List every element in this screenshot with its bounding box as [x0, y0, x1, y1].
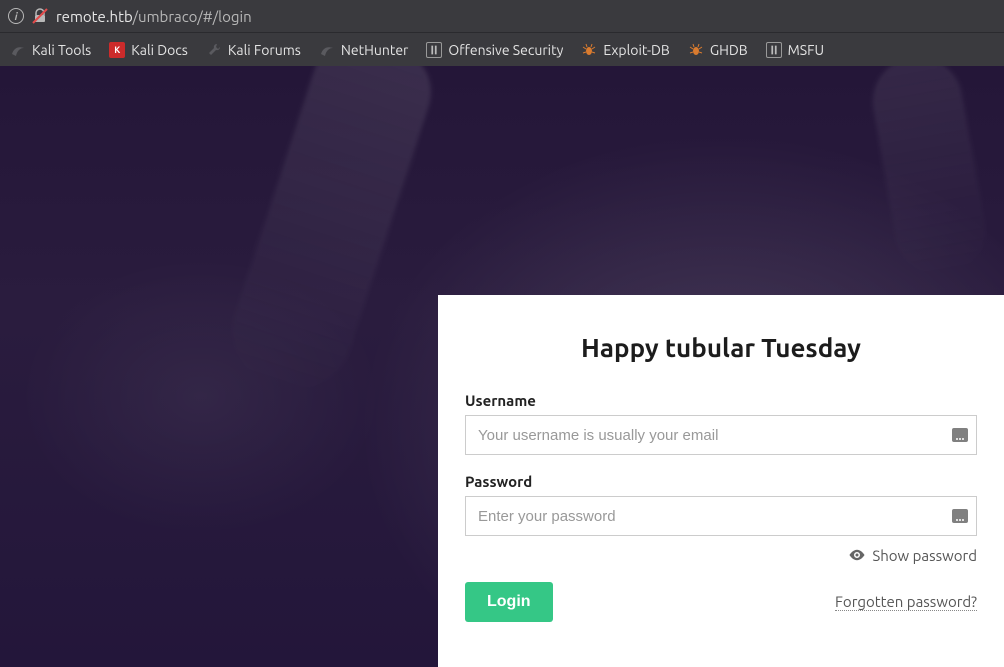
login-card: Happy tubular Tuesday Username Password: [438, 295, 1004, 667]
bookmark-label: Kali Forums: [228, 42, 301, 58]
login-page: Happy tubular Tuesday Username Password: [0, 66, 1004, 667]
password-label: Password: [465, 473, 977, 490]
browser-bookmarks-bar: Kali Tools K Kali Docs Kali Forums NetHu…: [0, 33, 1004, 66]
password-manager-icon[interactable]: [952, 509, 968, 523]
login-button[interactable]: Login: [465, 582, 553, 622]
bookmark-nethunter[interactable]: NetHunter: [313, 39, 414, 61]
bookmark-label: GHDB: [710, 42, 748, 58]
browser-address-bar[interactable]: i remote.htb/umbraco/#/login: [0, 0, 1004, 33]
bookmark-ghdb[interactable]: GHDB: [682, 39, 754, 61]
url-domain: remote.htb: [56, 8, 133, 25]
offsec-icon: [766, 42, 782, 58]
show-password-toggle[interactable]: Show password: [848, 546, 977, 564]
login-greeting: Happy tubular Tuesday: [465, 333, 977, 362]
bookmark-label: Kali Tools: [32, 42, 91, 58]
bookmark-kali-tools[interactable]: Kali Tools: [4, 39, 97, 61]
password-input-wrap[interactable]: [465, 496, 977, 536]
username-input-wrap[interactable]: [465, 415, 977, 455]
username-input[interactable]: [466, 416, 976, 454]
spider-icon: [688, 42, 704, 58]
dragon-icon: [10, 42, 26, 58]
bookmark-label: NetHunter: [341, 42, 408, 58]
bookmark-offensive-security[interactable]: Offensive Security: [420, 39, 569, 61]
bookmark-label: Exploit-DB: [603, 42, 669, 58]
forgotten-password-link[interactable]: Forgotten password?: [835, 593, 977, 611]
password-manager-icon[interactable]: [952, 428, 968, 442]
offsec-icon: [426, 42, 442, 58]
username-group: Username: [465, 392, 977, 455]
eye-icon: [848, 546, 866, 564]
bookmark-exploit-db[interactable]: Exploit-DB: [575, 39, 675, 61]
insecure-lock-icon[interactable]: [32, 8, 48, 24]
show-password-row: Show password: [465, 546, 977, 568]
password-input[interactable]: [466, 497, 976, 535]
wrench-icon: [206, 42, 222, 58]
url-path: /umbraco/#/login: [133, 8, 252, 25]
bookmark-label: Offensive Security: [448, 42, 563, 58]
username-label: Username: [465, 392, 977, 409]
bookmark-label: MSFU: [788, 42, 824, 58]
show-password-label: Show password: [872, 547, 977, 564]
dragon-icon: [319, 42, 335, 58]
kali-docs-icon: K: [109, 42, 125, 58]
bookmark-kali-docs[interactable]: K Kali Docs: [103, 39, 194, 61]
info-circle-icon[interactable]: i: [8, 8, 24, 24]
bookmark-label: Kali Docs: [131, 42, 188, 58]
url-text[interactable]: remote.htb/umbraco/#/login: [56, 8, 252, 25]
spider-icon: [581, 42, 597, 58]
login-actions: Login Forgotten password?: [465, 582, 977, 622]
bookmark-kali-forums[interactable]: Kali Forums: [200, 39, 307, 61]
password-group: Password: [465, 473, 977, 536]
bookmark-msfu[interactable]: MSFU: [760, 39, 830, 61]
